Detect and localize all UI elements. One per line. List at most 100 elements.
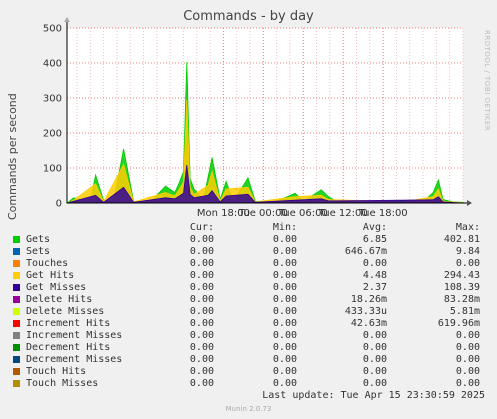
legend-row: Sets 0.00 0.00 646.67m 9.84 <box>12 246 492 258</box>
legend-name: Increment Misses <box>26 330 123 341</box>
legend-min: 0.00 <box>272 366 297 377</box>
legend-max: 83.28m <box>443 294 480 305</box>
legend-cur: 0.00 <box>189 342 214 353</box>
legend-max: 0.00 <box>455 366 480 377</box>
legend-swatch <box>13 332 20 339</box>
legend-row: Gets 0.00 0.00 6.85 402.81 <box>12 234 492 246</box>
legend-swatch <box>13 296 20 303</box>
legend-swatch <box>13 284 20 291</box>
y-tick-label: 300 <box>43 94 62 105</box>
legend-header-min: Min: <box>272 222 297 233</box>
x-tick-label: Tue 18:00 <box>358 208 408 219</box>
legend-min: 0.00 <box>272 282 297 293</box>
legend-avg: 0.00 <box>362 258 387 269</box>
legend-min: 0.00 <box>272 330 297 341</box>
legend-max: 0.00 <box>455 342 480 353</box>
x-axis-arrow <box>467 200 472 206</box>
legend-min: 0.00 <box>272 306 297 317</box>
legend-cur: 0.00 <box>189 234 214 245</box>
legend-swatch <box>13 368 20 375</box>
legend-cur: 0.00 <box>189 246 214 257</box>
legend-name: Decrement Hits <box>26 342 111 353</box>
legend-cur: 0.00 <box>189 330 214 341</box>
legend-name: Touch Misses <box>26 378 99 389</box>
legend-min: 0.00 <box>272 318 297 329</box>
legend-max: 108.39 <box>443 282 480 293</box>
legend-max: 0.00 <box>455 378 480 389</box>
legend-min: 0.00 <box>272 258 297 269</box>
legend-swatch <box>13 236 20 243</box>
legend-name: Delete Hits <box>26 294 93 305</box>
legend-row: Get Misses 0.00 0.00 2.37 108.39 <box>12 282 492 294</box>
legend-swatch <box>13 344 20 351</box>
legend-row: Decrement Misses 0.00 0.00 0.00 0.00 <box>12 354 492 366</box>
legend-max: 619.96m <box>437 318 480 329</box>
legend-table: Cur: Min: Avg: Max: Gets 0.00 0.00 6.85 402.… <box>12 222 492 390</box>
legend-max: 0.00 <box>455 354 480 365</box>
legend-swatch <box>13 308 20 315</box>
legend-row: Get Hits 0.00 0.00 4.48 294.43 <box>12 270 492 282</box>
legend-cur: 0.00 <box>189 294 214 305</box>
legend-name: Decrement Misses <box>26 354 123 365</box>
chart-title: Commands - by day <box>183 9 314 24</box>
legend-cur: 0.00 <box>189 318 214 329</box>
legend-name: Get Misses <box>26 282 87 293</box>
legend-name: Touch Hits <box>26 366 87 377</box>
legend-name: Increment Hits <box>26 318 111 329</box>
legend-avg: 0.00 <box>362 354 387 365</box>
munin-version: Munin 2.0.73 <box>225 405 272 413</box>
legend-avg: 2.37 <box>362 282 387 293</box>
legend-cur: 0.00 <box>189 366 214 377</box>
legend-min: 0.00 <box>272 246 297 257</box>
legend-name: Touches <box>26 258 69 269</box>
legend-header-cur: Cur: <box>189 222 214 233</box>
legend-header: Cur: Min: Avg: Max: <box>12 222 492 234</box>
legend-avg: 646.67m <box>344 246 387 257</box>
legend-max: 5.81m <box>449 306 480 317</box>
legend-avg: 0.00 <box>362 378 387 389</box>
legend-avg: 433.33u <box>344 306 387 317</box>
legend-cur: 0.00 <box>189 282 214 293</box>
legend-row: Delete Misses 0.00 0.00 433.33u 5.81m <box>12 306 492 318</box>
legend-swatch <box>13 260 20 267</box>
y-tick-label: 400 <box>43 59 62 70</box>
legend-avg: 0.00 <box>362 330 387 341</box>
legend-max: 0.00 <box>455 258 480 269</box>
rrdtool-watermark: RRDTOOL / TOBI OETIKER <box>483 30 491 132</box>
legend-cur: 0.00 <box>189 258 214 269</box>
legend-swatch <box>13 248 20 255</box>
legend-avg: 6.85 <box>362 234 387 245</box>
legend-min: 0.00 <box>272 354 297 365</box>
legend-avg: 42.63m <box>350 318 387 329</box>
legend-swatch <box>13 272 20 279</box>
legend-row: Touch Hits 0.00 0.00 0.00 0.00 <box>12 366 492 378</box>
legend-row: Decrement Hits 0.00 0.00 0.00 0.00 <box>12 342 492 354</box>
legend-row: Increment Misses 0.00 0.00 0.00 0.00 <box>12 330 492 342</box>
legend-cur: 0.00 <box>189 378 214 389</box>
legend-max: 402.81 <box>443 234 480 245</box>
legend-min: 0.00 <box>272 342 297 353</box>
legend-row: Touch Misses 0.00 0.00 0.00 0.00 <box>12 378 492 390</box>
y-tick-label: 500 <box>43 24 62 35</box>
legend-min: 0.00 <box>272 378 297 389</box>
legend-min: 0.00 <box>272 294 297 305</box>
legend-avg: 0.00 <box>362 366 387 377</box>
legend-max: 9.84 <box>455 246 480 257</box>
legend-avg: 4.48 <box>362 270 387 281</box>
legend-max: 0.00 <box>455 330 480 341</box>
legend-header-max: Max: <box>455 222 480 233</box>
legend-row: Increment Hits 0.00 0.00 42.63m 619.96m <box>12 318 492 330</box>
legend-name: Gets <box>26 234 51 245</box>
legend-name: Delete Misses <box>26 306 105 317</box>
legend-name: Get Hits <box>26 270 75 281</box>
legend-avg: 0.00 <box>362 342 387 353</box>
legend-avg: 18.26m <box>350 294 387 305</box>
legend-row: Touches 0.00 0.00 0.00 0.00 <box>12 258 492 270</box>
legend-min: 0.00 <box>272 270 297 281</box>
legend-cur: 0.00 <box>189 354 214 365</box>
last-update-text: Last update: Tue Apr 15 23:30:59 2025 <box>262 390 485 401</box>
legend-max: 294.43 <box>443 270 480 281</box>
legend-row: Delete Hits 0.00 0.00 18.26m 83.28m <box>12 294 492 306</box>
y-axis-label: Commands per second <box>6 93 19 220</box>
legend-name: Sets <box>26 246 51 257</box>
